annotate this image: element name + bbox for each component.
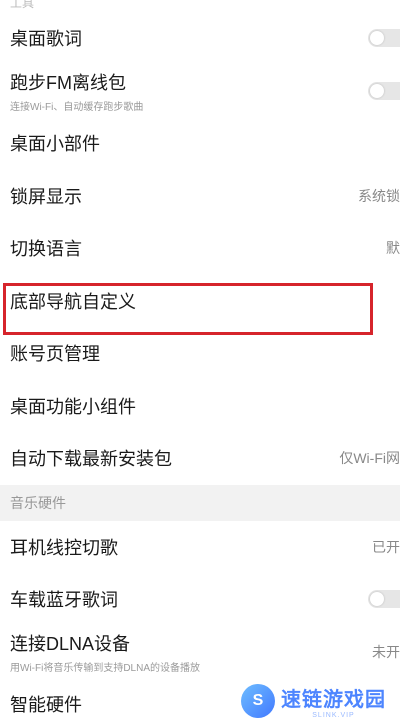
row-label: 智能硬件 <box>10 695 82 716</box>
row-car-bluetooth-lyrics[interactable]: 车载蓝牙歌词 <box>0 573 400 626</box>
row-sublabel: 连接Wi-Fi、自动缓存跑步歌曲 <box>10 101 144 113</box>
row-bottom-nav-custom[interactable]: 底部导航自定义 <box>0 275 400 328</box>
auto-download-value: 仅Wi-Fi网 <box>339 450 400 467</box>
row-label: 跑步FM离线包 <box>10 72 126 93</box>
row-label: 锁屏显示 <box>10 186 82 207</box>
language-value: 默 <box>386 240 400 257</box>
watermark-title: 速链游戏园 <box>281 689 386 711</box>
row-dlna[interactable]: 连接DLNA设备 用Wi-Fi将音乐传输到支持DLNA的设备播放 未开 <box>0 626 400 679</box>
row-label: 自动下载最新安装包 <box>10 449 172 470</box>
row-label: 切换语言 <box>10 239 82 260</box>
row-running-fm[interactable]: 跑步FM离线包 连接Wi-Fi、自动缓存跑步歌曲 <box>0 65 400 118</box>
headset-value: 已开 <box>372 538 400 555</box>
row-label: 底部导航自定义 <box>10 291 136 312</box>
row-label: 桌面歌词 <box>10 29 82 50</box>
row-label: 桌面小部件 <box>10 134 100 155</box>
row-headset-control[interactable]: 耳机线控切歌 已开 <box>0 521 400 574</box>
row-language[interactable]: 切换语言 默 <box>0 222 400 275</box>
section-title-music-hardware: 音乐硬件 <box>0 484 400 521</box>
watermark-text: 速链游戏园 SLINK.VIP <box>281 683 386 719</box>
row-label: 耳机线控切歌 <box>10 537 118 558</box>
row-label: 桌面功能小组件 <box>10 396 136 417</box>
tools-group: 桌面歌词 跑步FM离线包 连接Wi-Fi、自动缓存跑步歌曲 桌面小部件 锁屏显示… <box>0 12 400 485</box>
row-auto-download[interactable]: 自动下载最新安装包 仅Wi-Fi网 <box>0 432 400 485</box>
row-label: 车载蓝牙歌词 <box>10 590 118 611</box>
dlna-value: 未开 <box>372 643 400 660</box>
watermark: S 速链游戏园 SLINK.VIP <box>241 683 386 719</box>
car-bluetooth-toggle[interactable] <box>368 590 400 609</box>
row-lockscreen[interactable]: 锁屏显示 系统锁 <box>0 170 400 223</box>
row-label: 连接DLNA设备 <box>10 633 131 654</box>
row-label: 账号页管理 <box>10 344 100 365</box>
row-desktop-func-widget[interactable]: 桌面功能小组件 <box>0 380 400 433</box>
row-sublabel: 用Wi-Fi将音乐传输到支持DLNA的设备播放 <box>10 662 200 674</box>
watermark-url: SLINK.VIP <box>312 712 355 719</box>
lockscreen-value: 系统锁 <box>358 187 400 204</box>
row-desktop-lyrics[interactable]: 桌面歌词 <box>0 12 400 65</box>
row-desktop-widget[interactable]: 桌面小部件 <box>0 117 400 170</box>
section-title-tools: 工具 <box>0 0 400 12</box>
row-account-page[interactable]: 账号页管理 <box>0 327 400 380</box>
running-fm-toggle[interactable] <box>368 81 400 100</box>
desktop-lyrics-toggle[interactable] <box>368 29 400 48</box>
watermark-logo-icon: S <box>241 684 275 718</box>
